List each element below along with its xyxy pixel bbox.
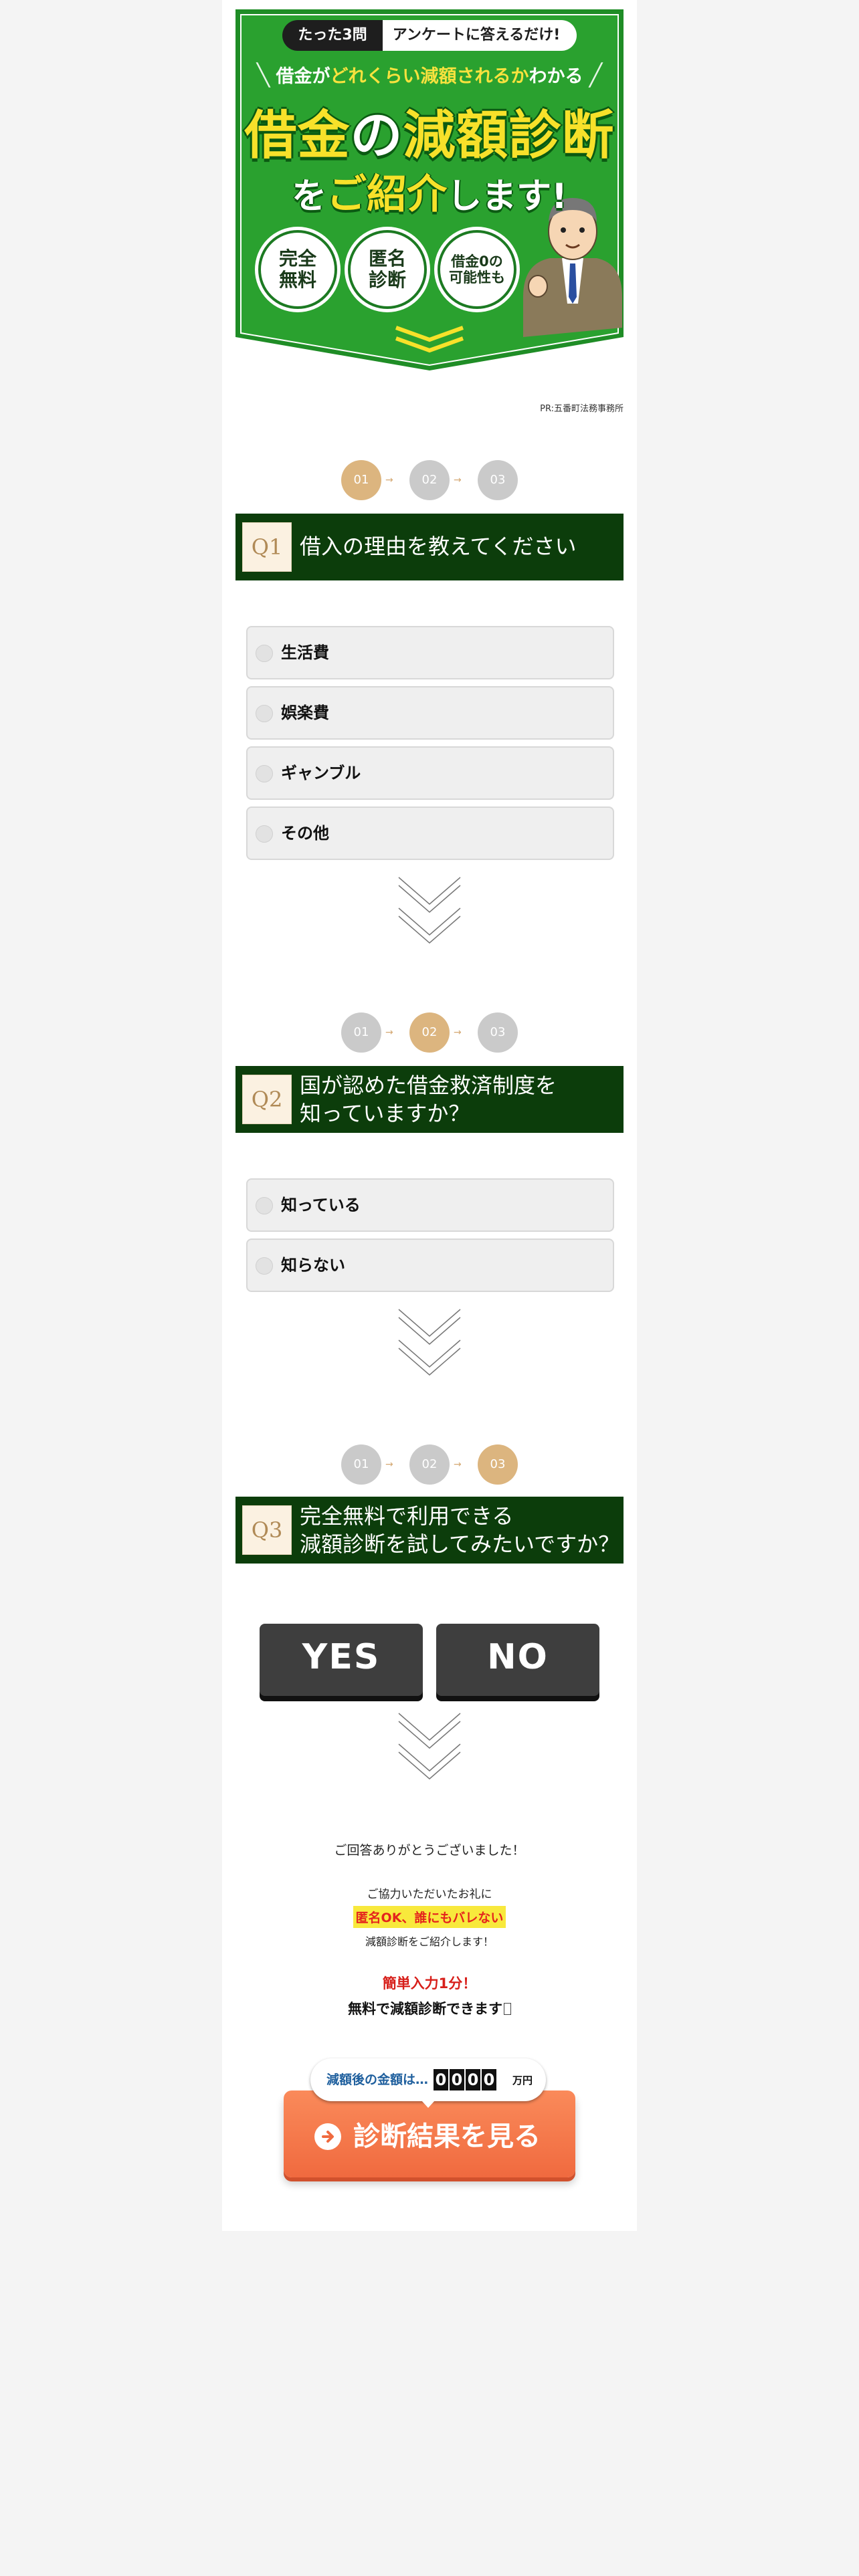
missing-glyph-icon [504,2003,511,2015]
radio-icon[interactable] [256,1257,273,1275]
title-part-c: 減額診断 [403,106,615,166]
question-3-line-2: 減額診断を試してみたいですか？ [300,1531,620,1557]
question-1-text: 借入の理由を教えてください [300,534,577,559]
question-1-header: Q1 借入の理由を教えてください [235,514,624,580]
chevron-down-icon [398,877,461,944]
option-other[interactable]: その他 [246,807,614,860]
step-2: 02 [409,1444,450,1485]
arrow-circle-right-icon [314,2123,341,2150]
step-arrow-icon: → [454,475,462,486]
pill-message: アンケートに答えるだけ! [376,20,577,51]
step-arrow-icon: → [454,1027,462,1038]
see-results-label: 診断結果を見る [353,2121,541,2152]
question-1-icon: Q1 [242,522,292,572]
amount-digit: 0 [450,2069,464,2090]
subtitle-post: わかる [529,66,583,87]
title2-part-a: を [292,177,327,217]
step-3: 03 [478,460,518,500]
option-gambling[interactable]: ギャンブル [246,746,614,800]
bubble-label: 減額後の金額は… [326,2072,429,2087]
no-button[interactable]: NO [436,1624,599,1696]
step-3: 03 [478,1444,518,1485]
amount-unit: 万円 [512,2074,533,2086]
question-3-icon: Q3 [242,1505,292,1555]
step-indicator-q2: 01 → 02 → 03 [222,1012,637,1053]
question-2-icon: Q2 [242,1075,292,1124]
option-entertainment[interactable]: 娯楽費 [246,686,614,740]
thanks-message: ご回答ありがとうございました！ [334,1843,525,1858]
anonymous-highlight: 匿名OK、誰にもバレない [222,1906,637,1928]
step-1: 01 [341,1012,381,1053]
radio-icon[interactable] [256,825,273,843]
radio-icon[interactable] [256,765,273,782]
step-3: 03 [478,1012,518,1053]
option-label: 知らない [281,1256,345,1275]
hero-subtitle: ╲ 借金がどれくらい減額されるかわかる ╱ [256,62,603,88]
amount-digit: 0 [482,2069,496,2090]
yes-button[interactable]: YES [260,1624,423,1696]
badge-zero-debt-label: 借金0の 可能性も [449,253,505,286]
radio-icon[interactable] [256,705,273,722]
option-label: 娯楽費 [281,704,329,722]
title2-part-c: します! [447,177,567,217]
title2-part-b: ご紹介 [326,171,448,218]
step-1: 01 [341,460,381,500]
option-label: 生活費 [281,643,329,662]
badge-zero-debt: 借金0の 可能性も [438,230,516,309]
step-arrow-icon: → [454,1459,462,1470]
option-dont-know[interactable]: 知らない [246,1239,614,1292]
page-container: アンケートに答えるだけ! たった3問 ╲ 借金がどれくらい減額されるかわかる ╱… [222,0,637,2231]
pr-label: PR:五番町法務事務所 [540,404,624,414]
amount-digit: 0 [466,2069,480,2090]
hero-title-line2: をご紹介します! [235,162,624,220]
chevron-down-icon [398,1309,461,1376]
hero-banner: アンケートに答えるだけ! たった3問 ╲ 借金がどれくらい減額されるかわかる ╱… [235,9,624,370]
question-2-header: Q2 国が認めた借金救済制度を 知っていますか？ [235,1066,624,1133]
badge-anonymous-label: 匿名 診断 [368,247,406,291]
amount-digit: 0 [434,2069,448,2090]
badge-anonymous: 匿名 診断 [348,230,427,309]
step-2: 02 [409,1012,450,1053]
option-label: 知っている [281,1196,361,1214]
easy-input-line: 簡単入力1分！ [382,1975,477,1992]
step-arrow-icon: → [385,1027,393,1038]
anonymous-highlight-text: 匿名OK、誰にもバレない [353,1906,506,1928]
question-2-line-1: 国が認めた借金救済制度を [300,1073,557,1098]
step-indicator-q1: 01 → 02 → 03 [222,460,637,500]
subtitle-pre: 借金が [276,66,330,87]
introduce-line: 減額診断をご紹介します！ [365,1935,494,1948]
hero-title: 借金の減額診断 [235,94,624,169]
radio-icon[interactable] [256,1197,273,1214]
step-1: 01 [341,1444,381,1485]
chevron-down-icon [398,1713,461,1780]
title-part-a: 借金 [244,106,351,166]
step-arrow-icon: → [385,475,393,486]
option-label: その他 [281,824,329,843]
question-3-text: 完全無料で利用できる 減額診断を試してみたいですか？ [300,1502,619,1558]
option-living-expenses[interactable]: 生活費 [246,626,614,679]
reduced-amount-bubble: 減額後の金額は… 0000 万円 [310,2058,546,2108]
pill-count: たった3問 [282,20,383,51]
question-3-header: Q3 完全無料で利用できる 減額診断を試してみたいですか？ [235,1497,624,1564]
question-count-pill: アンケートに答えるだけ! たった3問 [282,20,577,51]
option-label: ギャンブル [281,764,361,782]
question-3-line-1: 完全無料で利用できる [300,1503,514,1529]
option-know[interactable]: 知っている [246,1178,614,1232]
badge-free: 完全 無料 [258,230,337,309]
subtitle-highlight: どれくらい減額されるか [330,66,529,87]
step-indicator-q3: 01 → 02 → 03 [222,1444,637,1485]
free-diagnosis-text: 無料で減額診断できます [348,2001,502,2017]
question-2-text: 国が認めた借金救済制度を 知っていますか？ [300,1071,557,1128]
badge-free-label: 完全 無料 [278,247,316,291]
thanks-gift-line: ご協力いただいたお礼に [367,1888,492,1901]
free-diagnosis-line: 無料で減額診断できます [222,1998,637,2018]
title-part-b: の [350,106,403,166]
step-2: 02 [409,460,450,500]
question-2-line-2: 知っていますか？ [300,1101,470,1126]
amount-digits: 0000 [434,2069,498,2090]
radio-icon[interactable] [256,645,273,662]
step-arrow-icon: → [385,1459,393,1470]
